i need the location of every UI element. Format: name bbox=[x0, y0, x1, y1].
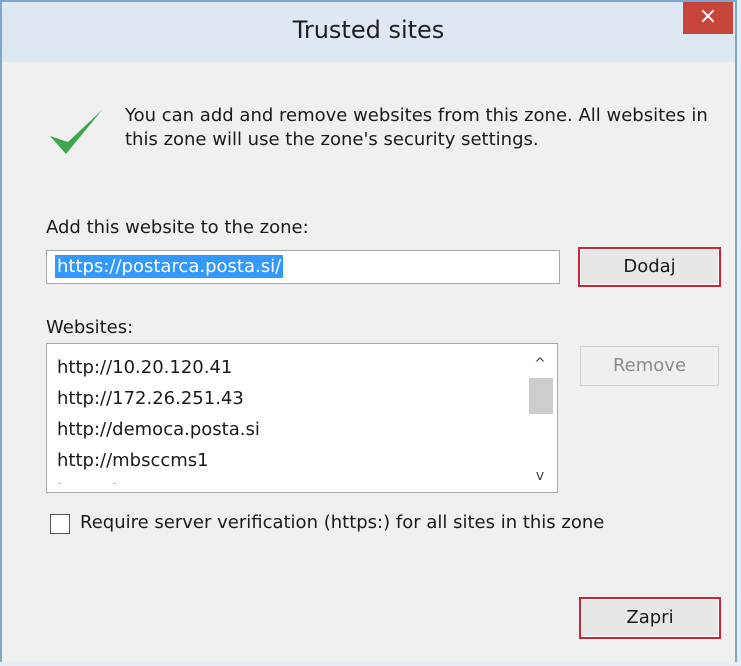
list-item[interactable]: http://intent01 bbox=[57, 476, 512, 484]
list-item[interactable]: http://172.26.251.43 bbox=[57, 383, 512, 414]
scroll-down-icon[interactable]: v bbox=[527, 466, 553, 486]
trusted-sites-dialog: Trusted sites × You can add and remove w… bbox=[0, 0, 737, 662]
websites-list[interactable]: http://10.20.120.41 http://172.26.251.43… bbox=[46, 343, 558, 493]
add-website-label: Add this website to the zone: bbox=[46, 217, 309, 238]
website-url-input[interactable]: https://postarca.posta.si/ bbox=[46, 250, 560, 284]
add-button[interactable]: Dodaj bbox=[578, 247, 721, 287]
title-bar: Trusted sites × bbox=[2, 2, 735, 62]
selected-url-text: https://postarca.posta.si/ bbox=[55, 255, 284, 278]
list-item[interactable]: http://democa.posta.si bbox=[57, 414, 512, 445]
scroll-thumb[interactable] bbox=[529, 378, 553, 414]
websites-label: Websites: bbox=[46, 317, 134, 338]
dialog-content: You can add and remove websites from thi… bbox=[2, 62, 735, 662]
list-item[interactable]: http://10.20.120.41 bbox=[57, 352, 512, 383]
require-https-label: Require server verification (https:) for… bbox=[80, 512, 605, 533]
intro-text: You can add and remove websites from thi… bbox=[125, 105, 708, 150]
checkmark-icon bbox=[50, 110, 102, 154]
close-button[interactable]: × bbox=[683, 2, 733, 34]
dialog-title: Trusted sites bbox=[292, 16, 445, 44]
close-dialog-button[interactable]: Zapri bbox=[579, 597, 721, 639]
remove-button[interactable]: Remove bbox=[580, 346, 719, 386]
list-item[interactable]: http://mbsccms1 bbox=[57, 445, 512, 476]
websites-list-items: http://10.20.120.41 http://172.26.251.43… bbox=[57, 352, 512, 484]
scroll-up-icon[interactable]: ^ bbox=[527, 354, 553, 374]
websites-scrollbar[interactable]: ^ v bbox=[527, 348, 553, 488]
require-https-checkbox[interactable] bbox=[50, 514, 70, 534]
